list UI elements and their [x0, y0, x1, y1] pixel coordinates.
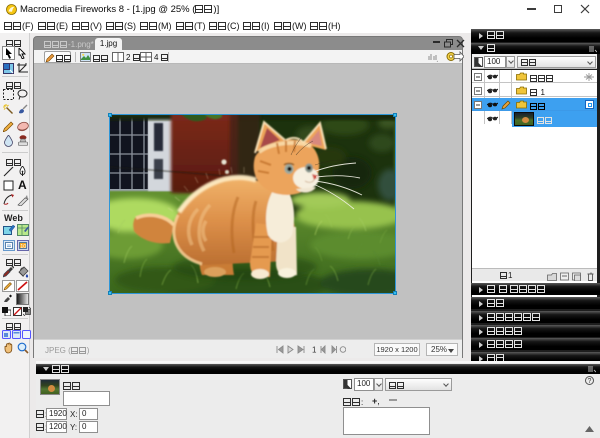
svg-text:10: 10 [20, 244, 26, 250]
svg-text:1: 1 [312, 346, 317, 355]
